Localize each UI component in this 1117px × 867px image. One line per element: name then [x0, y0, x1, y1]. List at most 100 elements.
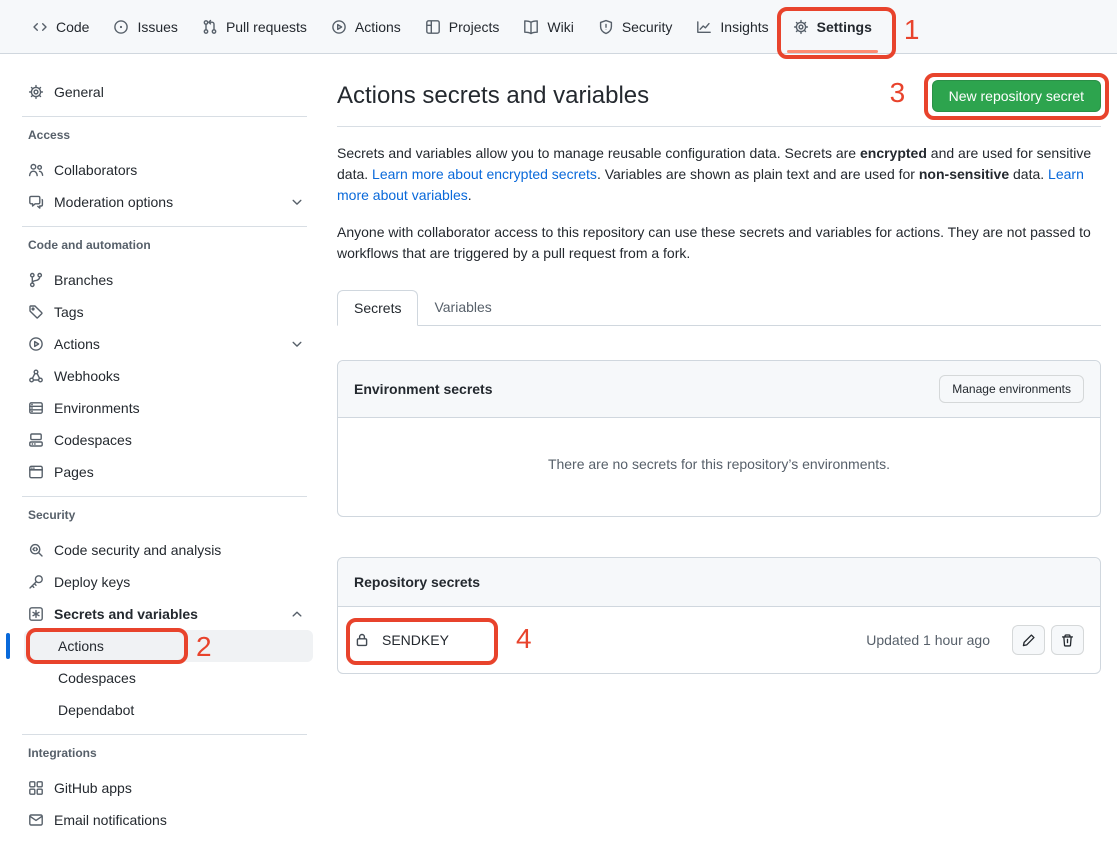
edit-secret-button[interactable] — [1012, 625, 1045, 655]
nav-tab-settings[interactable]: 1 Settings — [781, 0, 884, 54]
description-text: . — [468, 187, 472, 203]
sidebar-item-codespaces[interactable]: Codespaces — [16, 424, 313, 456]
nav-tab-label: Insights — [720, 19, 768, 35]
git-pull-request-icon — [202, 19, 218, 35]
environment-secrets-box: Environment secrets Manage environments … — [337, 360, 1101, 517]
nav-tab-label: Code — [56, 19, 89, 35]
sidebar-item-general[interactable]: General — [16, 76, 313, 108]
description-paragraph-1: Secrets and variables allow you to manag… — [337, 143, 1101, 206]
gear-icon — [793, 19, 809, 35]
nav-tab-actions[interactable]: Actions — [319, 0, 413, 54]
webhook-icon — [28, 368, 44, 384]
sidebar-item-secrets-and-variables[interactable]: Secrets and variables — [16, 598, 313, 630]
nav-tab-insights[interactable]: Insights — [684, 0, 780, 54]
sidebar-item-branches[interactable]: Branches — [16, 264, 313, 296]
new-repository-secret-button[interactable]: New repository secret — [932, 80, 1101, 112]
settings-main-content: Actions secrets and variables 3 New repo… — [321, 54, 1117, 674]
repository-secrets-title: Repository secrets — [354, 574, 480, 590]
trash-icon — [1060, 633, 1075, 648]
sidebar-item-environments[interactable]: Environments — [16, 392, 313, 424]
secret-name-wrap: 4 SENDKEY — [354, 632, 449, 648]
sidebar-item-secrets-dependabot[interactable]: Dependabot — [24, 694, 313, 726]
tab-variables[interactable]: Variables — [418, 290, 507, 325]
sidebar-section-code-and-automation: Code and automation — [16, 235, 313, 255]
page-title: Actions secrets and variables — [337, 80, 649, 112]
sidebar-item-github-apps[interactable]: GitHub apps — [16, 772, 313, 804]
browser-icon — [28, 464, 44, 480]
secret-row: 4 SENDKEY Updated 1 hour ago — [338, 607, 1100, 673]
book-icon — [523, 19, 539, 35]
nav-tab-label: Projects — [449, 19, 500, 35]
chevron-up-icon — [289, 606, 305, 622]
repository-secrets-header: Repository secrets — [338, 558, 1100, 607]
sidebar-item-pages[interactable]: Pages — [16, 456, 313, 488]
description-text: data. — [1009, 166, 1048, 182]
encrypted-secrets-link[interactable]: Learn more about encrypted secrets — [372, 166, 597, 182]
repo-nav: Code Issues Pull requests Actions Projec… — [0, 0, 1117, 54]
sidebar-section-integrations: Integrations — [16, 743, 313, 763]
sidebar-divider — [22, 734, 307, 735]
projects-icon — [425, 19, 441, 35]
nav-tab-label: Actions — [355, 19, 401, 35]
sidebar-item-secrets-actions[interactable]: 2 Actions — [24, 630, 313, 662]
sidebar-divider — [22, 116, 307, 117]
sidebar-item-email-notifications[interactable]: Email notifications — [16, 804, 313, 836]
environment-secrets-header: Environment secrets Manage environments — [338, 361, 1100, 418]
nav-tab-projects[interactable]: Projects — [413, 0, 512, 54]
server-icon — [28, 400, 44, 416]
tag-icon — [28, 304, 44, 320]
lock-icon — [354, 632, 370, 648]
sidebar-divider — [22, 496, 307, 497]
secret-updated-text: Updated 1 hour ago — [866, 632, 990, 648]
nav-tab-code[interactable]: Code — [20, 0, 101, 54]
code-icon — [32, 19, 48, 35]
description-paragraph-2: Anyone with collaborator access to this … — [337, 222, 1101, 264]
sidebar-item-deploy-keys[interactable]: Deploy keys — [16, 566, 313, 598]
chevron-down-icon — [289, 194, 305, 210]
sidebar-divider — [22, 226, 307, 227]
people-icon — [28, 162, 44, 178]
environment-secrets-title: Environment secrets — [354, 381, 493, 397]
nav-tab-security[interactable]: Security — [586, 0, 685, 54]
manage-environments-button[interactable]: Manage environments — [939, 375, 1084, 403]
description-bold-text: non-sensitive — [919, 166, 1009, 182]
github-repo-settings-page: Code Issues Pull requests Actions Projec… — [0, 0, 1117, 867]
sidebar-item-tags[interactable]: Tags — [16, 296, 313, 328]
nav-tab-label: Settings — [817, 19, 872, 35]
codescan-icon — [28, 542, 44, 558]
sidebar-item-code-security-and-analysis[interactable]: Code security and analysis — [16, 534, 313, 566]
nav-tab-label: Issues — [137, 19, 177, 35]
description-text: . Variables are shown as plain text and … — [597, 166, 919, 182]
sidebar-item-webhooks[interactable]: Webhooks — [16, 360, 313, 392]
active-item-indicator — [6, 633, 10, 659]
git-branch-icon — [28, 272, 44, 288]
environment-secrets-empty-text: There are no secrets for this repository… — [338, 418, 1100, 516]
description-text: Secrets and variables allow you to manag… — [337, 145, 860, 161]
tab-secrets[interactable]: Secrets — [337, 290, 418, 326]
nav-tab-issues[interactable]: Issues — [101, 0, 189, 54]
secrets-and-variables-subgroup: 2 Actions Codespaces Dependabot — [16, 630, 313, 726]
issue-opened-icon — [113, 19, 129, 35]
nav-tab-pull-requests[interactable]: Pull requests — [190, 0, 319, 54]
nav-tab-label: Wiki — [547, 19, 573, 35]
annotation-number-4: 4 — [516, 625, 532, 653]
annotation-number-1: 1 — [904, 16, 920, 44]
annotation-number-3: 3 — [890, 79, 906, 107]
sidebar-item-collaborators[interactable]: Collaborators — [16, 154, 313, 186]
key-icon — [28, 574, 44, 590]
sidebar-section-access: Access — [16, 125, 313, 145]
delete-secret-button[interactable] — [1051, 625, 1084, 655]
key-asterisk-icon — [28, 606, 44, 622]
gear-icon — [28, 84, 44, 100]
sidebar-item-moderation-options[interactable]: Moderation options — [16, 186, 313, 218]
sidebar-item-actions[interactable]: Actions — [16, 328, 313, 360]
comment-discussion-icon — [28, 194, 44, 210]
nav-tab-label: Pull requests — [226, 19, 307, 35]
mail-icon — [28, 812, 44, 828]
page-title-row: Actions secrets and variables 3 New repo… — [337, 80, 1101, 127]
nav-tab-wiki[interactable]: Wiki — [511, 0, 585, 54]
sidebar-section-security: Security — [16, 505, 313, 525]
settings-sidebar: General Access Collaborators Moderation … — [0, 54, 321, 836]
sidebar-item-secrets-codespaces[interactable]: Codespaces — [24, 662, 313, 694]
play-icon — [28, 336, 44, 352]
